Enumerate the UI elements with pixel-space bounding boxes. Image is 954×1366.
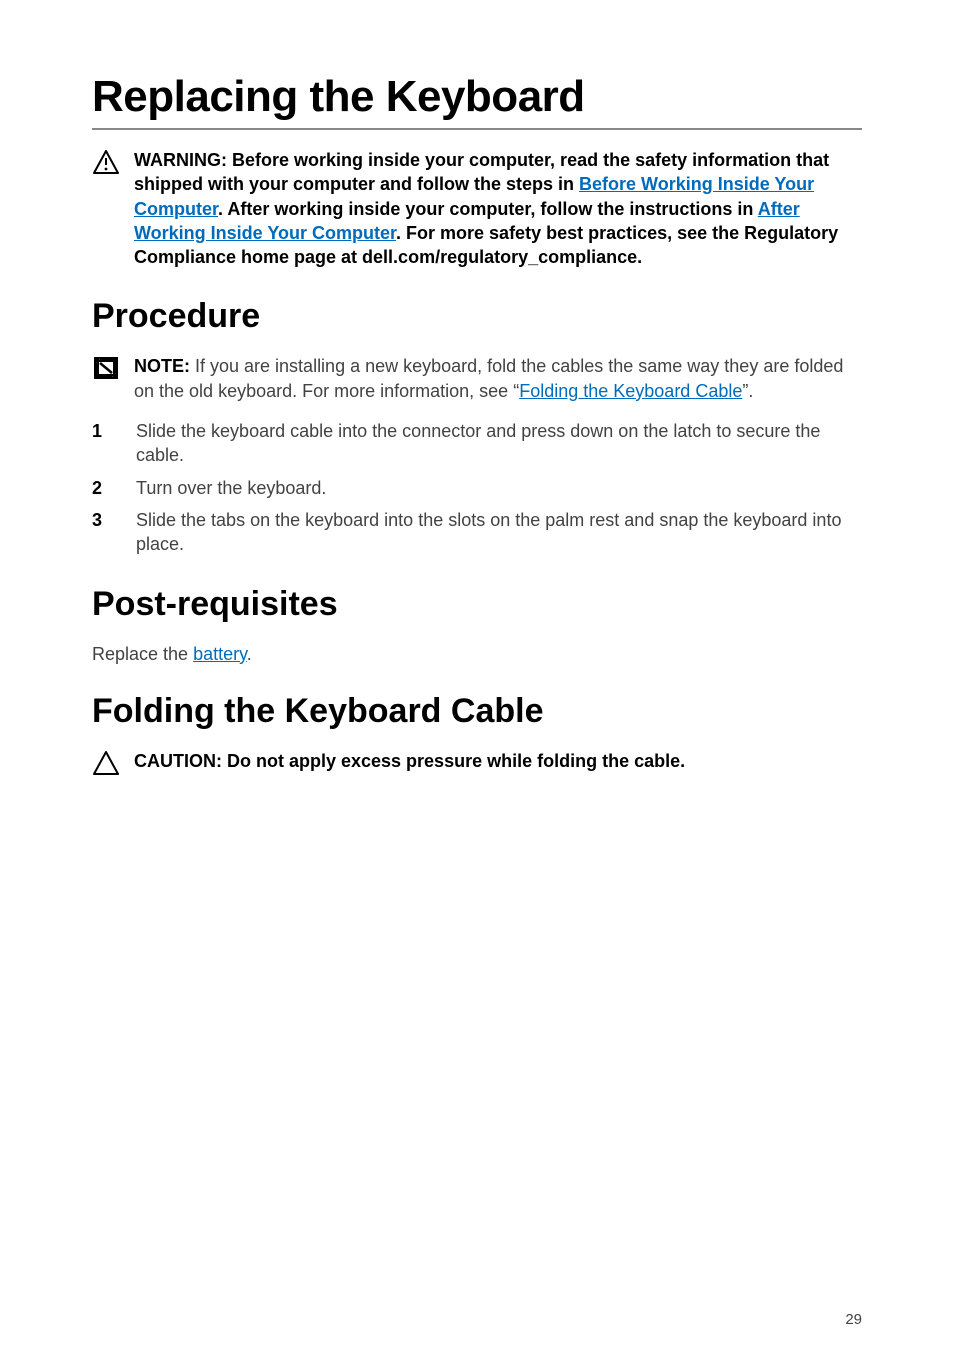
caution-icon [93,751,119,780]
section-heading: Folding the Keyboard Cable [92,692,862,731]
warning-icon [93,150,119,179]
caution-text: CAUTION: Do not apply excess pressure wh… [134,749,685,773]
note-text: NOTE: If you are installing a new keyboa… [134,354,862,403]
warning-callout: WARNING: Before working inside your comp… [92,148,862,269]
link-battery[interactable]: battery [193,644,247,664]
warning-text: WARNING: Before working inside your comp… [134,148,862,269]
document-page: Replacing the Keyboard WARNING: Before w… [0,0,954,1366]
link-folding-cable[interactable]: Folding the Keyboard Cable [519,381,742,401]
list-item: Slide the keyboard cable into the connec… [136,419,862,468]
note-icon [94,357,118,384]
procedure-steps: Slide the keyboard cable into the connec… [92,419,862,556]
note-callout: NOTE: If you are installing a new keyboa… [92,354,862,403]
section-heading: Post-requisites [92,585,862,624]
list-item: Slide the tabs on the keyboard into the … [136,508,862,557]
section-heading: Procedure [92,297,862,336]
page-title: Replacing the Keyboard [92,72,862,122]
caution-callout: CAUTION: Do not apply excess pressure wh… [92,749,862,780]
list-item: Turn over the keyboard. [136,476,862,500]
title-divider [92,128,862,130]
page-number: 29 [845,1311,862,1328]
postreqs-text: Replace the battery. [92,642,862,666]
